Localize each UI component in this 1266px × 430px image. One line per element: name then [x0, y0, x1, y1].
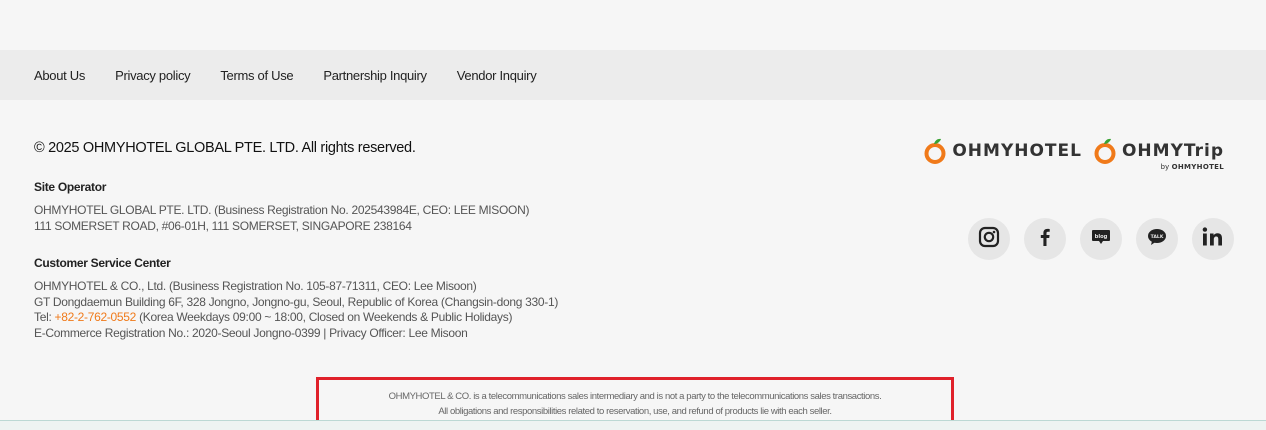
- tel-label: Tel:: [34, 310, 55, 324]
- site-operator-title: Site Operator: [34, 180, 107, 194]
- top-spacer: [0, 0, 1266, 50]
- nav-link-partnership-inquiry[interactable]: Partnership Inquiry: [323, 68, 427, 83]
- orange-fruit-icon: [924, 138, 946, 164]
- ecommerce-registration: E-Commerce Registration No.: 2020-Seoul …: [34, 325, 468, 340]
- ohmytrip-logo-wrap: OHMYTrip by OHMYHOTEL: [1094, 138, 1224, 171]
- ohmytrip-byline: by OHMYHOTEL: [1161, 162, 1224, 171]
- footer-info: © 2025 OHMYHOTEL GLOBAL PTE. LTD. All ri…: [0, 100, 1266, 380]
- kakaotalk-button[interactable]: TALK: [1136, 218, 1178, 260]
- blog-button[interactable]: blog: [1080, 218, 1122, 260]
- instagram-icon: [978, 226, 1000, 253]
- facebook-icon: [1034, 226, 1056, 253]
- bottom-divider: [0, 420, 1266, 430]
- customer-service-title: Customer Service Center: [34, 256, 171, 270]
- byline-prefix: by: [1160, 162, 1172, 171]
- svg-text:TALK: TALK: [1151, 234, 1164, 240]
- nav-link-terms-of-use[interactable]: Terms of Use: [220, 68, 293, 83]
- ohmyhotel-logo-text: OHMYHOTEL: [952, 141, 1082, 161]
- nav-link-vendor-inquiry[interactable]: Vendor Inquiry: [457, 68, 537, 83]
- kakaotalk-icon: TALK: [1146, 226, 1168, 253]
- tel-hours: (Korea Weekdays 09:00 ~ 18:00, Closed on…: [136, 310, 513, 324]
- site-operator-address: 111 SOMERSET ROAD, #06-01H, 111 SOMERSET…: [34, 218, 412, 233]
- tel-number-link[interactable]: +82-2-762-0552: [55, 310, 137, 324]
- footer-nav: About Us Privacy policy Terms of Use Par…: [0, 50, 1266, 100]
- customer-service-info: OHMYHOTEL & CO., Ltd. (Business Registra…: [34, 279, 558, 341]
- byline-brand: OHMYHOTEL: [1171, 163, 1224, 171]
- svg-text:blog: blog: [1095, 234, 1108, 240]
- linkedin-icon: [1201, 226, 1225, 253]
- social-links: blog TALK: [954, 218, 1234, 260]
- ohmyhotel-logo[interactable]: OHMYHOTEL: [924, 138, 1082, 164]
- blog-icon: blog: [1090, 226, 1112, 253]
- nav-link-about-us[interactable]: About Us: [34, 68, 85, 83]
- customer-service-tel: Tel: +82-2-762-0552 (Korea Weekdays 09:0…: [34, 310, 558, 326]
- site-operator-info: OHMYHOTEL GLOBAL PTE. LTD. (Business Reg…: [34, 203, 529, 234]
- facebook-button[interactable]: [1024, 218, 1066, 260]
- nav-link-privacy-policy[interactable]: Privacy policy: [115, 68, 191, 83]
- brand-logos: OHMYHOTEL OHMYTrip by OHMYHOTEL: [924, 138, 1224, 171]
- customer-service-company: OHMYHOTEL & CO., Ltd. (Business Registra…: [34, 279, 477, 293]
- instagram-button[interactable]: [968, 218, 1010, 260]
- notice-line: All obligations and responsibilities rel…: [438, 405, 832, 417]
- ohmytrip-logo-text: OHMYTrip: [1121, 141, 1224, 161]
- orange-fruit-icon: [1094, 138, 1116, 164]
- site-operator-line: OHMYHOTEL GLOBAL PTE. LTD. (Business Reg…: [34, 203, 530, 217]
- notice-line: OHMYHOTEL & CO. is a telecommunications …: [388, 390, 882, 402]
- customer-service-address: GT Dongdaemun Building 6F, 328 Jongno, J…: [34, 294, 559, 309]
- linkedin-button[interactable]: [1192, 218, 1234, 260]
- copyright-text: © 2025 OHMYHOTEL GLOBAL PTE. LTD. All ri…: [34, 140, 416, 156]
- ohmytrip-logo[interactable]: OHMYTrip: [1094, 138, 1224, 164]
